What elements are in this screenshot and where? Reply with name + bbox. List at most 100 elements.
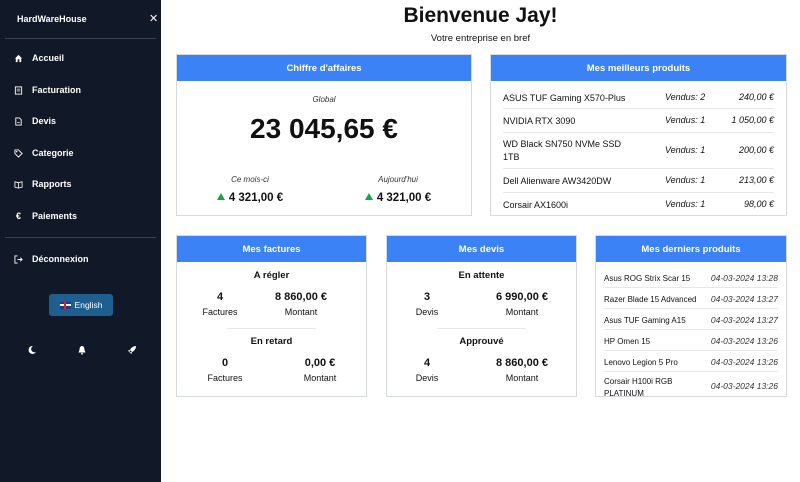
page-title: Bienvenue Jay! bbox=[403, 4, 558, 27]
latest-products-header: Mes derniers produits bbox=[596, 236, 786, 262]
logout-button[interactable]: Déconnexion bbox=[14, 249, 154, 269]
latest-product-date: 04-03-2024 13:28 bbox=[710, 273, 778, 283]
sidebar-item-facturation[interactable]: Facturation bbox=[14, 80, 154, 100]
latest-product-date: 04-03-2024 13:26 bbox=[710, 336, 778, 346]
latest-product-date: 04-03-2024 13:26 bbox=[710, 357, 778, 367]
moon-icon[interactable] bbox=[26, 344, 38, 356]
invoices-section-title: A régler bbox=[253, 270, 290, 281]
latest-product-name: Lenovo Legion 5 Pro bbox=[604, 358, 678, 367]
latest-product-date: 04-03-2024 13:26 bbox=[710, 381, 778, 391]
trend-up-icon bbox=[216, 193, 225, 200]
sidebar-item-label: Accueil bbox=[32, 53, 65, 63]
product-price: 98,00 € bbox=[743, 199, 774, 209]
revenue-global-label: Global bbox=[312, 95, 336, 104]
quotes-header: Mes devis bbox=[387, 236, 576, 262]
invoices-late-amount-label: Montant bbox=[303, 373, 337, 383]
latest-product-name: Asus TUF Gaming A15 bbox=[604, 316, 686, 325]
logout-icon bbox=[14, 254, 23, 264]
latest-product-row: Asus ROG Strix Scar 15 04-03-2024 13:28 bbox=[604, 267, 778, 288]
quotes-approved-count-label: Devis bbox=[415, 373, 439, 383]
invoices-due-count: 4 bbox=[216, 291, 224, 303]
sidebar-item-label: Devis bbox=[32, 116, 57, 126]
product-sold: Vendus: 1 bbox=[665, 145, 706, 155]
quotes-pending-count-label: Devis bbox=[415, 307, 439, 317]
tag-icon bbox=[14, 148, 23, 158]
product-row: ASUS TUF Gaming X570-Plus Vendus: 2 240,… bbox=[503, 87, 774, 109]
latest-product-name: Corsair H100i RGB PLATINUM bbox=[604, 377, 673, 398]
file-icon bbox=[14, 116, 23, 126]
sidebar: HardWareHouse ✕ Accueil Facturation Devi… bbox=[0, 0, 161, 482]
latest-product-row: Corsair H100i RGB PLATINUM 04-03-2024 13… bbox=[604, 372, 778, 398]
sidebar-item-categorie[interactable]: Categorie bbox=[14, 143, 154, 163]
invoices-section-title: En retard bbox=[250, 336, 293, 347]
section-divider bbox=[437, 328, 526, 329]
quotes-approved-amount: 8 860,00 € bbox=[496, 357, 548, 369]
sidebar-item-devis[interactable]: Devis bbox=[14, 111, 154, 131]
sidebar-item-paiements[interactable]: € Paiements bbox=[14, 206, 154, 226]
sidebar-item-label: Rapports bbox=[32, 179, 72, 189]
book-icon bbox=[14, 180, 23, 189]
product-price: 213,00 € bbox=[738, 175, 774, 185]
product-price: 240,00 € bbox=[738, 92, 774, 102]
product-price: 200,00 € bbox=[738, 145, 774, 155]
latest-product-name: HP Omen 15 bbox=[604, 337, 651, 346]
product-sold: Vendus: 1 bbox=[665, 199, 706, 209]
quotes-card: Mes devis En attente 3 Devis 6 990,00 € … bbox=[386, 235, 577, 397]
product-sold: Vendus: 1 bbox=[665, 175, 706, 185]
invoices-late-count-label: Factures bbox=[207, 373, 243, 383]
page-subtitle: Votre entreprise en bref bbox=[430, 33, 531, 44]
sidebar-divider bbox=[5, 38, 156, 39]
product-name: Dell Alienware AW3420DW bbox=[503, 176, 612, 186]
invoices-due-amount: 8 860,00 € bbox=[275, 291, 327, 303]
product-price: 1 050,00 € bbox=[731, 115, 774, 125]
uk-flag-icon bbox=[59, 301, 71, 309]
quotes-approved-amount-label: Montant bbox=[505, 373, 539, 383]
invoices-due-amount-label: Montant bbox=[284, 307, 318, 317]
section-divider bbox=[227, 328, 316, 329]
quotes-section-title: Approuvé bbox=[459, 336, 504, 347]
language-button[interactable]: English bbox=[49, 294, 113, 316]
quotes-approved-count: 4 bbox=[423, 357, 431, 369]
invoices-card: Mes factures A régler 4 Factures 8 860,0… bbox=[176, 235, 367, 397]
sidebar-divider bbox=[5, 237, 156, 238]
invoices-late-count: 0 bbox=[221, 357, 229, 369]
revenue-global-value: 23 045,65 € bbox=[250, 113, 398, 144]
latest-product-date: 04-03-2024 13:27 bbox=[710, 315, 778, 325]
trend-up-icon bbox=[364, 193, 373, 200]
revenue-card: Chiffre d'affaires Global 23 045,65 € Ce… bbox=[176, 54, 472, 216]
quotes-pending-amount: 6 990,00 € bbox=[496, 291, 548, 303]
rocket-icon[interactable] bbox=[126, 344, 138, 356]
bell-icon[interactable] bbox=[76, 344, 88, 356]
sidebar-item-label: Paiements bbox=[32, 211, 78, 221]
brand-name: HardWareHouse bbox=[17, 14, 87, 24]
latest-product-row: Lenovo Legion 5 Pro 04-03-2024 13:26 bbox=[604, 351, 778, 372]
product-row: Corsair AX1600i Vendus: 1 98,00 € bbox=[503, 194, 774, 215]
revenue-today-label: Aujourd'hui bbox=[378, 175, 418, 184]
revenue-month-value: 4 321,00 € bbox=[195, 192, 305, 204]
sidebar-item-label: Categorie bbox=[32, 148, 74, 158]
product-name: Corsair AX1600i bbox=[503, 200, 569, 210]
revenue-month-label: Ce mois-ci bbox=[231, 175, 269, 184]
quotes-pending-amount-label: Montant bbox=[505, 307, 539, 317]
sidebar-item-rapports[interactable]: Rapports bbox=[14, 174, 154, 194]
latest-product-row: HP Omen 15 04-03-2024 13:26 bbox=[604, 330, 778, 351]
invoices-late-amount: 0,00 € bbox=[304, 357, 336, 369]
latest-product-date: 04-03-2024 13:27 bbox=[710, 294, 778, 304]
revenue-card-header: Chiffre d'affaires bbox=[177, 55, 471, 81]
quotes-section-title: En attente bbox=[458, 270, 505, 281]
product-row: Dell Alienware AW3420DW Vendus: 1 213,00… bbox=[503, 170, 774, 193]
revenue-today-amount: 4 321,00 € bbox=[376, 192, 432, 204]
sidebar-item-label: Facturation bbox=[32, 85, 82, 95]
product-row: WD Black SN750 NVMe SSD 1TB Vendus: 1 20… bbox=[503, 134, 774, 169]
home-icon bbox=[14, 54, 23, 63]
revenue-today-value: 4 321,00 € bbox=[343, 192, 453, 204]
language-label: English bbox=[74, 300, 103, 310]
latest-product-name: Asus ROG Strix Scar 15 bbox=[604, 274, 691, 283]
product-sold: Vendus: 1 bbox=[665, 115, 706, 125]
product-name: NVIDIA RTX 3090 bbox=[503, 116, 576, 126]
sidebar-item-accueil[interactable]: Accueil bbox=[14, 48, 154, 68]
invoices-due-count-label: Factures bbox=[202, 307, 238, 317]
close-icon[interactable]: ✕ bbox=[149, 12, 158, 25]
best-products-card: Mes meilleurs produits ASUS TUF Gaming X… bbox=[490, 54, 787, 216]
invoices-header: Mes factures bbox=[177, 236, 366, 262]
